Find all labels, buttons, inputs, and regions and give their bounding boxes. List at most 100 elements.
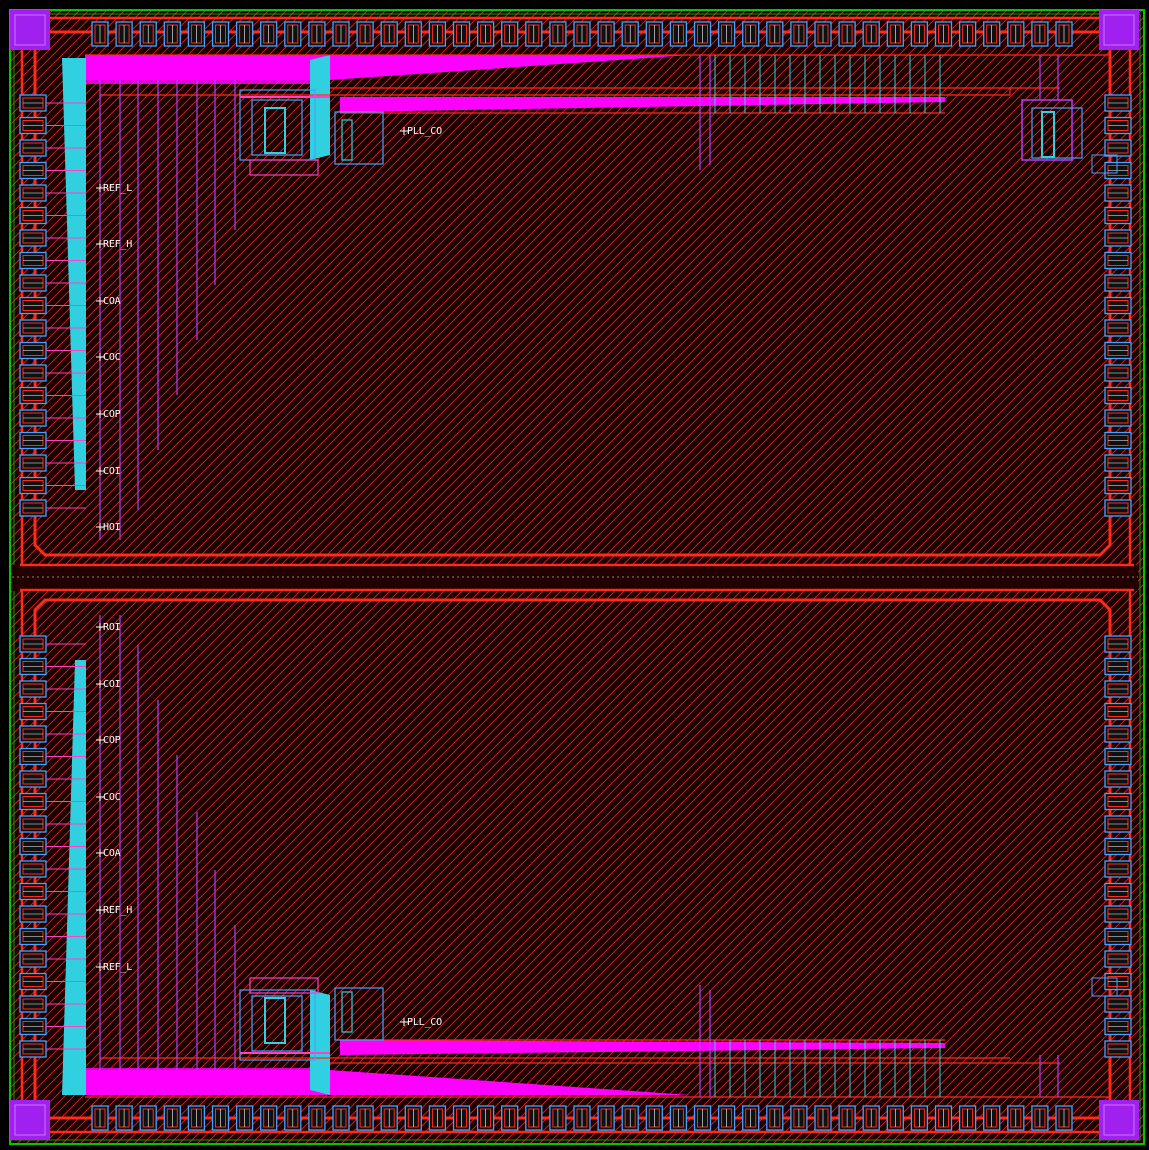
center-divider — [12, 565, 1138, 591]
io-pad — [19, 94, 47, 112]
io-pad — [1104, 499, 1132, 517]
io-pad — [983, 21, 1001, 47]
io-pad — [428, 21, 447, 47]
io-pad — [838, 1105, 856, 1131]
signal-bus-center-bottom — [310, 990, 330, 1095]
io-pad — [332, 1105, 350, 1131]
io-pad — [476, 21, 495, 47]
io-pad — [838, 21, 856, 47]
io-pad — [1104, 702, 1132, 721]
io-pad — [380, 21, 398, 47]
io-pad — [1104, 161, 1132, 180]
io-pad — [1055, 1105, 1073, 1131]
io-pad — [1104, 950, 1132, 968]
io-pad — [1104, 94, 1132, 112]
io-pad — [1031, 1105, 1049, 1131]
io-pad — [19, 499, 47, 517]
io-pad — [766, 1105, 784, 1131]
io-pad — [766, 21, 784, 47]
io-pad — [1104, 296, 1132, 315]
io-pad — [19, 454, 47, 472]
io-pad — [693, 21, 712, 47]
io-pad — [1104, 319, 1132, 337]
io-pad — [621, 1105, 639, 1131]
pin-label: REF_H — [103, 239, 132, 250]
io-pad — [380, 1105, 398, 1131]
io-pad — [958, 21, 977, 47]
io-pad — [814, 21, 832, 47]
pin-label: REF_L — [103, 962, 132, 973]
io-pad — [1104, 860, 1132, 878]
io-pad — [501, 21, 519, 47]
io-pad — [19, 770, 47, 788]
io-pad — [1104, 454, 1132, 472]
io-pad — [597, 21, 615, 47]
io-pad — [19, 386, 47, 405]
io-pad — [19, 815, 47, 833]
io-pad — [211, 21, 230, 47]
io-pad — [1104, 882, 1132, 901]
io-pad — [452, 21, 471, 47]
io-pad — [163, 21, 181, 47]
io-pad — [621, 21, 639, 47]
io-pad — [308, 1105, 326, 1131]
io-pad — [19, 161, 47, 180]
pin-label: COA — [103, 296, 121, 307]
io-pad — [163, 1105, 181, 1131]
io-pad — [549, 21, 567, 47]
io-pad — [934, 21, 953, 47]
io-pad — [1104, 274, 1132, 292]
io-pad — [790, 21, 808, 47]
io-pad — [1104, 1040, 1132, 1058]
pin-label: COI — [103, 466, 121, 477]
io-pad — [19, 747, 47, 766]
io-pad — [525, 21, 543, 47]
pin-label: PLL_CO — [407, 1017, 442, 1028]
signal-bus-center-top — [310, 55, 330, 160]
io-pad — [1104, 386, 1132, 405]
io-pad — [645, 21, 663, 47]
io-pad — [1104, 815, 1132, 833]
io-pad — [19, 184, 47, 202]
pin-pll-co-bottom[interactable]: PLL_CO — [400, 1017, 442, 1028]
chip-layout-canvas[interactable]: REF_L REF_H COA COC COP COI HOI PLL_CO R… — [0, 0, 1149, 1150]
io-pad — [19, 251, 47, 270]
io-pad — [19, 927, 47, 946]
io-pad — [1104, 792, 1132, 811]
io-pad — [1104, 972, 1132, 991]
io-pad — [1104, 184, 1132, 202]
io-pad — [501, 1105, 519, 1131]
io-pad — [19, 409, 47, 427]
io-pad — [1104, 725, 1132, 743]
io-pad — [19, 139, 47, 157]
io-pad — [284, 21, 302, 47]
io-pad — [790, 1105, 808, 1131]
io-pad — [549, 1105, 567, 1131]
pin-label: COP — [103, 409, 121, 420]
io-pad — [886, 1105, 904, 1131]
io-pad — [19, 206, 47, 225]
io-pad — [983, 1105, 1001, 1131]
io-pad — [573, 1105, 591, 1131]
io-pad — [597, 1105, 615, 1131]
io-pad — [1104, 431, 1132, 450]
pin-label: COA — [103, 848, 121, 859]
power-bus-bottom-bar — [85, 1068, 325, 1082]
io-pad — [235, 1105, 254, 1131]
io-pad — [1104, 139, 1132, 157]
io-pad — [742, 21, 760, 47]
io-pad — [1104, 409, 1132, 427]
pin-label: COC — [103, 792, 121, 803]
io-pad — [1104, 657, 1132, 676]
io-pad — [476, 1105, 495, 1131]
io-pad — [356, 1105, 374, 1131]
io-pad — [1104, 229, 1132, 247]
pin-pll-co-top[interactable]: PLL_CO — [400, 126, 442, 137]
io-pad — [1104, 116, 1132, 135]
io-pad — [1007, 1105, 1025, 1131]
io-pad — [19, 725, 47, 743]
io-pad — [260, 1105, 278, 1131]
pin-label: COC — [103, 352, 121, 363]
io-pad — [1104, 747, 1132, 766]
io-pad — [19, 1040, 47, 1058]
